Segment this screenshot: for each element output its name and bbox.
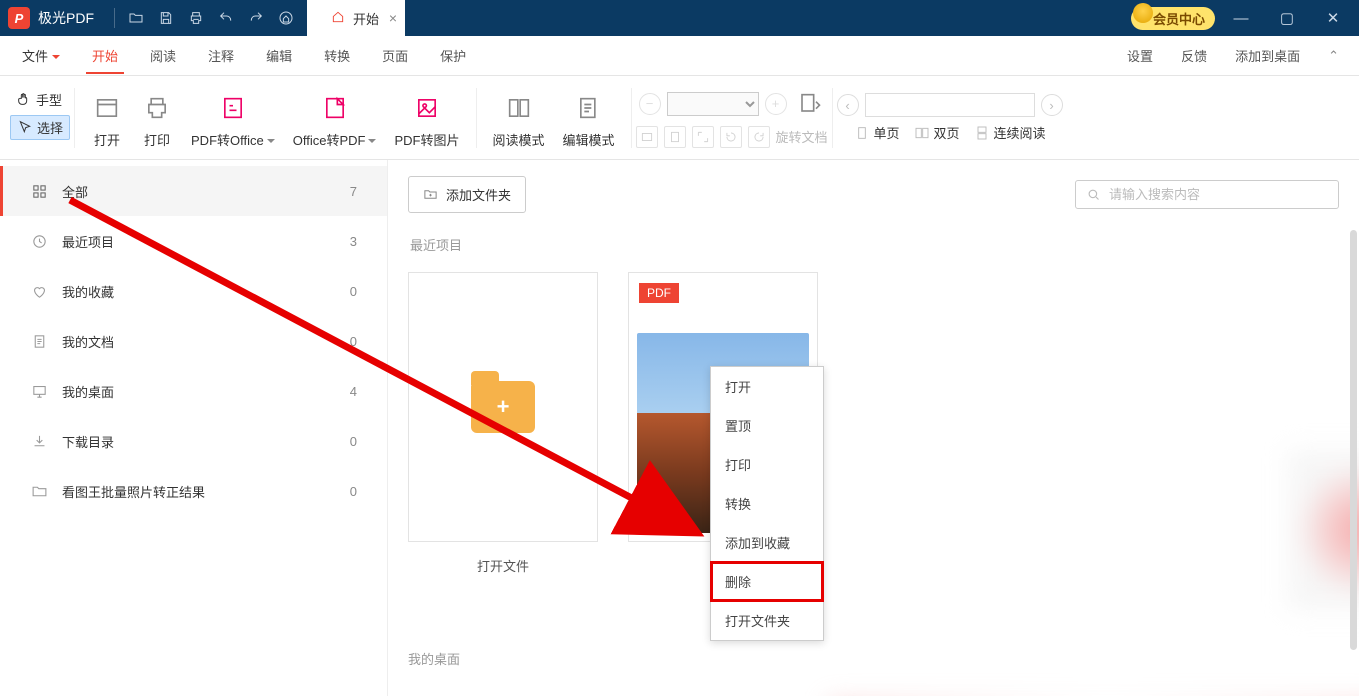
prev-page-button[interactable]: ‹ <box>837 94 859 116</box>
blurred-content <box>1288 450 1359 610</box>
clock-icon <box>30 232 48 250</box>
pdf-badge: PDF <box>639 283 679 303</box>
menu-annotate[interactable]: 注释 <box>192 38 250 73</box>
menu-feedback[interactable]: 反馈 <box>1167 38 1221 73</box>
ribbon: 手型 选择 打开 打印 PDF转Office Office转PDF PDF转图片… <box>0 76 1359 160</box>
fit-width-icon[interactable] <box>636 126 658 148</box>
app-name: 极光PDF <box>38 8 94 28</box>
desktop-section-title: 我的桌面 <box>408 649 460 668</box>
sidebar-item-custom[interactable]: 看图王批量照片转正结果0 <box>0 466 387 516</box>
zoom-group: − + 旋转文档 <box>636 88 828 148</box>
main-content: 添加文件夹 最近项目 打开文件 PDF 我的桌面 <box>388 160 1359 696</box>
tab-start[interactable]: 开始 × <box>307 0 405 36</box>
pdf-to-image-button[interactable]: PDF转图片 <box>394 92 459 159</box>
menu-start[interactable]: 开始 <box>76 38 134 73</box>
page-input[interactable] <box>865 93 1035 117</box>
title-bar: P 极光PDF 开始 × 会员中心 — ▢ ✕ <box>0 0 1359 36</box>
tab-home-icon <box>331 10 345 27</box>
sidebar-label: 全部 <box>62 182 88 201</box>
zoom-select[interactable] <box>667 92 759 116</box>
ctx-convert[interactable]: 转换 <box>711 484 823 523</box>
sidebar-item-downloads[interactable]: 下载目录0 <box>0 416 387 466</box>
menu-settings[interactable]: 设置 <box>1113 38 1167 73</box>
heart-icon <box>30 282 48 300</box>
sidebar-item-desktop[interactable]: 我的桌面4 <box>0 366 387 416</box>
select-tool[interactable]: 选择 <box>10 115 70 140</box>
rotate-label: 旋转文档 <box>776 127 828 146</box>
print-icon[interactable] <box>181 3 211 33</box>
open-file-card[interactable]: 打开文件 <box>408 272 598 575</box>
actual-size-icon[interactable] <box>692 126 714 148</box>
search-box[interactable] <box>1075 180 1339 209</box>
menu-bar: 文件 开始 阅读 注释 编辑 转换 页面 保护 设置 反馈 添加到桌面 ⌃ <box>0 36 1359 76</box>
ctx-delete[interactable]: 删除 <box>711 562 823 601</box>
page-nav-group: ‹ › 单页 双页 连续阅读 <box>837 93 1063 142</box>
redo-icon[interactable] <box>241 3 271 33</box>
read-mode-button[interactable]: 阅读模式 <box>493 92 545 159</box>
ctx-favorite[interactable]: 添加到收藏 <box>711 523 823 562</box>
double-page-button[interactable]: 双页 <box>914 123 960 142</box>
context-menu: 打开 置顶 打印 转换 添加到收藏 删除 打开文件夹 <box>710 366 824 641</box>
print-button[interactable]: 打印 <box>141 92 173 159</box>
fit-page-icon[interactable] <box>664 126 686 148</box>
folder-open-icon[interactable] <box>121 3 151 33</box>
ctx-open[interactable]: 打开 <box>711 367 823 406</box>
open-button[interactable]: 打开 <box>91 92 123 159</box>
undo-icon[interactable] <box>211 3 241 33</box>
vertical-scrollbar[interactable] <box>1350 230 1357 650</box>
menu-file[interactable]: 文件 <box>6 38 76 73</box>
home-icon[interactable] <box>271 3 301 33</box>
edit-mode-button[interactable]: 编辑模式 <box>563 92 615 159</box>
zoom-in-button[interactable]: + <box>765 93 787 115</box>
sidebar-item-recent[interactable]: 最近项目3 <box>0 216 387 266</box>
menu-read[interactable]: 阅读 <box>134 38 192 73</box>
folder-icon <box>30 482 48 500</box>
save-icon[interactable] <box>151 3 181 33</box>
close-button[interactable]: ✕ <box>1313 0 1353 36</box>
grid-icon <box>30 182 48 200</box>
sidebar-item-favorites[interactable]: 我的收藏0 <box>0 266 387 316</box>
tab-close-icon[interactable]: × <box>389 10 397 26</box>
desktop-icon <box>30 382 48 400</box>
document-icon <box>30 332 48 350</box>
rotate-icon[interactable] <box>793 88 825 120</box>
ctx-pin[interactable]: 置顶 <box>711 406 823 445</box>
sidebar-count: 7 <box>350 184 357 199</box>
app-logo: P <box>8 7 30 29</box>
download-icon <box>30 432 48 450</box>
menu-edit[interactable]: 编辑 <box>250 38 308 73</box>
ctx-print[interactable]: 打印 <box>711 445 823 484</box>
continuous-button[interactable]: 连续阅读 <box>974 123 1046 142</box>
add-folder-button[interactable]: 添加文件夹 <box>408 176 526 213</box>
hand-tool[interactable]: 手型 <box>10 88 70 111</box>
menu-add-desktop[interactable]: 添加到桌面 <box>1221 38 1314 73</box>
recent-section-title: 最近项目 <box>410 235 1339 254</box>
menu-protect[interactable]: 保护 <box>424 38 482 73</box>
menu-chevron-icon[interactable]: ⌃ <box>1314 40 1353 72</box>
maximize-button[interactable]: ▢ <box>1267 0 1307 36</box>
menu-convert[interactable]: 转换 <box>308 38 366 73</box>
single-page-button[interactable]: 单页 <box>854 123 900 142</box>
rotate-left-icon[interactable] <box>720 126 742 148</box>
sidebar: 全部 7 最近项目3 我的收藏0 我的文档0 我的桌面4 下载目录0 看图王批量… <box>0 160 388 696</box>
pdf-to-office-button[interactable]: PDF转Office <box>191 92 275 159</box>
sidebar-item-documents[interactable]: 我的文档0 <box>0 316 387 366</box>
folder-add-icon <box>471 381 535 433</box>
sidebar-item-all[interactable]: 全部 7 <box>0 166 387 216</box>
ctx-open-folder[interactable]: 打开文件夹 <box>711 601 823 640</box>
tab-label: 开始 <box>353 9 379 28</box>
zoom-out-button[interactable]: − <box>639 93 661 115</box>
vip-badge[interactable]: 会员中心 <box>1131 7 1215 30</box>
office-to-pdf-button[interactable]: Office转PDF <box>293 92 377 159</box>
search-icon <box>1086 187 1101 202</box>
rotate-right-icon[interactable] <box>748 126 770 148</box>
menu-page[interactable]: 页面 <box>366 38 424 73</box>
minimize-button[interactable]: — <box>1221 0 1261 36</box>
search-input[interactable] <box>1109 187 1328 202</box>
next-page-button[interactable]: › <box>1041 94 1063 116</box>
